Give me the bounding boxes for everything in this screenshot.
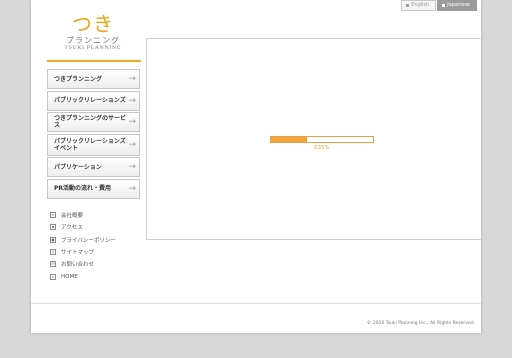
bullet-icon: [406, 4, 410, 7]
arrow-right-icon: →: [128, 162, 136, 172]
arrow-right-icon: →: [128, 183, 136, 194]
nav-item-pr-events[interactable]: パブリックリレーションズ イベント →: [47, 133, 140, 156]
logo-main-text: つき: [72, 12, 114, 36]
nav-item-services[interactable]: つきプランニングのサービス →: [47, 112, 140, 132]
person-icon: ●: [50, 236, 56, 243]
sub-nav: ≡ 会社概要 ▪ アクセス ● プライバシーポリシー ┼ サイトマップ ✉ お問…: [50, 209, 140, 283]
english-label: English: [411, 2, 430, 8]
sitemap-icon: ┼: [50, 249, 56, 256]
sub-nav-label: HOME: [61, 273, 78, 280]
document-icon: ≡: [50, 212, 56, 219]
mail-icon: ✉: [50, 261, 56, 268]
sub-nav-contact[interactable]: ✉ お問い合わせ: [50, 258, 140, 270]
sub-nav-label: プライバシーポリシー: [61, 237, 116, 244]
nav-item-label: つきプランニング: [54, 75, 103, 83]
bullet-icon: [442, 4, 446, 7]
sub-nav-company[interactable]: ≡ 会社概要: [50, 209, 140, 221]
nav-item-label: パブリックリレーションズ: [54, 97, 126, 104]
sub-nav-label: サイトマップ: [61, 250, 95, 257]
sub-nav-label: アクセス: [61, 225, 83, 232]
english-button[interactable]: English: [401, 0, 437, 11]
home-icon: ⌂: [50, 273, 56, 280]
language-switch: English Japanese: [401, 0, 477, 11]
nav-item-label: パブリックリレーションズ イベント: [54, 137, 126, 152]
japanese-label: Japanese: [447, 2, 470, 8]
page-container: English Japanese つき プランニング TSUKI PLANNIN…: [31, 0, 481, 333]
arrow-right-icon: →: [128, 139, 136, 150]
arrow-right-icon: →: [128, 74, 136, 84]
nav-item-label: PR活動の流れ・費用: [54, 185, 112, 192]
nav-item-public-relations[interactable]: パブリックリレーションズ →: [47, 90, 140, 111]
main-nav: つきプランニング → パブリックリレーションズ → つきプランニングのサービス …: [47, 69, 140, 200]
sub-nav-access[interactable]: ▪ アクセス: [50, 221, 140, 233]
logo-underline: [47, 60, 141, 62]
sub-nav-privacy[interactable]: ● プライバシーポリシー: [50, 234, 140, 246]
arrow-right-icon: →: [128, 117, 136, 127]
sub-nav-label: お問い合わせ: [61, 262, 95, 269]
sub-nav-sitemap[interactable]: ┼ サイトマップ: [50, 246, 140, 258]
map-icon: ▪: [50, 224, 56, 231]
japanese-button[interactable]: Japanese: [437, 0, 477, 11]
loading-percent-text: 035%: [314, 145, 330, 151]
copyright-text: © 2010 Tsuki Planning Inc., All Rights R…: [366, 321, 475, 326]
logo-english-text: TSUKI PLANNING: [64, 45, 122, 51]
loading-progress-fill: [271, 137, 307, 142]
nav-item-publication[interactable]: パブリケーション →: [47, 157, 140, 177]
loading-progress-bar: [270, 136, 374, 143]
footer-divider: [31, 303, 481, 304]
sub-nav-label: 会社概要: [61, 213, 84, 220]
nav-item-label: つきプランニングのサービス: [54, 115, 127, 129]
nav-item-tsuki-planning[interactable]: つきプランニング →: [47, 69, 140, 89]
arrow-right-icon: →: [128, 95, 136, 106]
site-logo[interactable]: つき プランニング TSUKI PLANNING: [47, 12, 139, 62]
logo-kana-text: プランニング: [66, 36, 120, 45]
nav-item-label: パブリケーション: [54, 163, 102, 171]
flash-content-area: 035%: [146, 38, 481, 240]
sub-nav-home[interactable]: ⌂ HOME: [50, 270, 140, 282]
nav-item-pr-flow-cost[interactable]: PR活動の流れ・費用 →: [47, 178, 140, 199]
